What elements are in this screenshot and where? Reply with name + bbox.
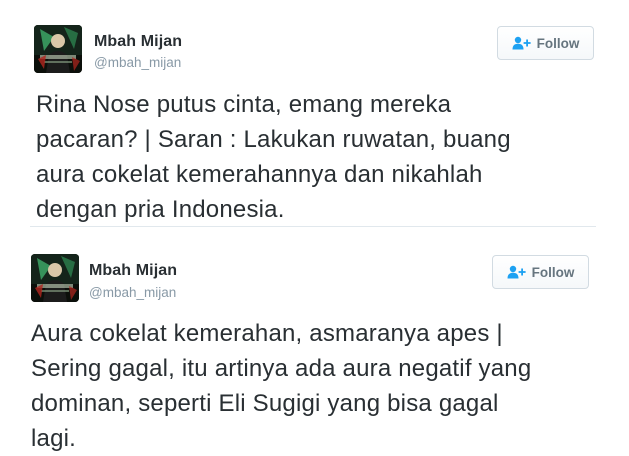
- tweet-text-line: dominan, seperti Eli Sugigi yang bisa ga…: [31, 390, 499, 417]
- avatar-image: [31, 254, 79, 302]
- tweet-text-line: Rina Nose putus cinta, emang mereka: [36, 91, 452, 118]
- tweet-text: Aura cokelat kemerahan, asmaranya apes |…: [31, 316, 591, 456]
- tweet-text-line: pacaran? | Saran : Lakukan ruwatan, buan…: [36, 126, 511, 153]
- tweet-text-line: Aura cokelat kemerahan, asmaranya apes |: [31, 320, 503, 347]
- avatar[interactable]: [34, 25, 82, 73]
- avatar[interactable]: [31, 254, 79, 302]
- avatar-image: [34, 25, 82, 73]
- user-handle[interactable]: @mbah_mijan: [89, 285, 176, 300]
- follow-button[interactable]: Follow: [497, 26, 594, 60]
- follow-button[interactable]: Follow: [492, 255, 589, 289]
- person-plus-icon: [507, 265, 526, 279]
- tweet-text-line: dengan pria Indonesia.: [36, 196, 285, 223]
- tweet-card: Mbah Mijan @mbah_mijan Follow Rina Nose …: [0, 0, 629, 226]
- display-name[interactable]: Mbah Mijan: [89, 262, 177, 280]
- display-name[interactable]: Mbah Mijan: [94, 33, 182, 51]
- person-plus-icon: [512, 36, 531, 50]
- tweet-divider: [30, 226, 596, 227]
- tweet-text: Rina Nose putus cinta, emang mereka paca…: [36, 87, 596, 227]
- tweet-text-line: aura cokelat kemerahannya dan nikahlah: [36, 161, 483, 188]
- tweet-text-line: lagi.: [31, 425, 77, 452]
- user-handle[interactable]: @mbah_mijan: [94, 55, 181, 70]
- follow-label: Follow: [531, 264, 575, 280]
- tweet-text-line: Sering gagal, itu artinya ada aura negat…: [31, 355, 532, 382]
- tweet-card: Mbah Mijan @mbah_mijan Follow Aura cokel…: [0, 228, 629, 455]
- follow-label: Follow: [536, 35, 580, 51]
